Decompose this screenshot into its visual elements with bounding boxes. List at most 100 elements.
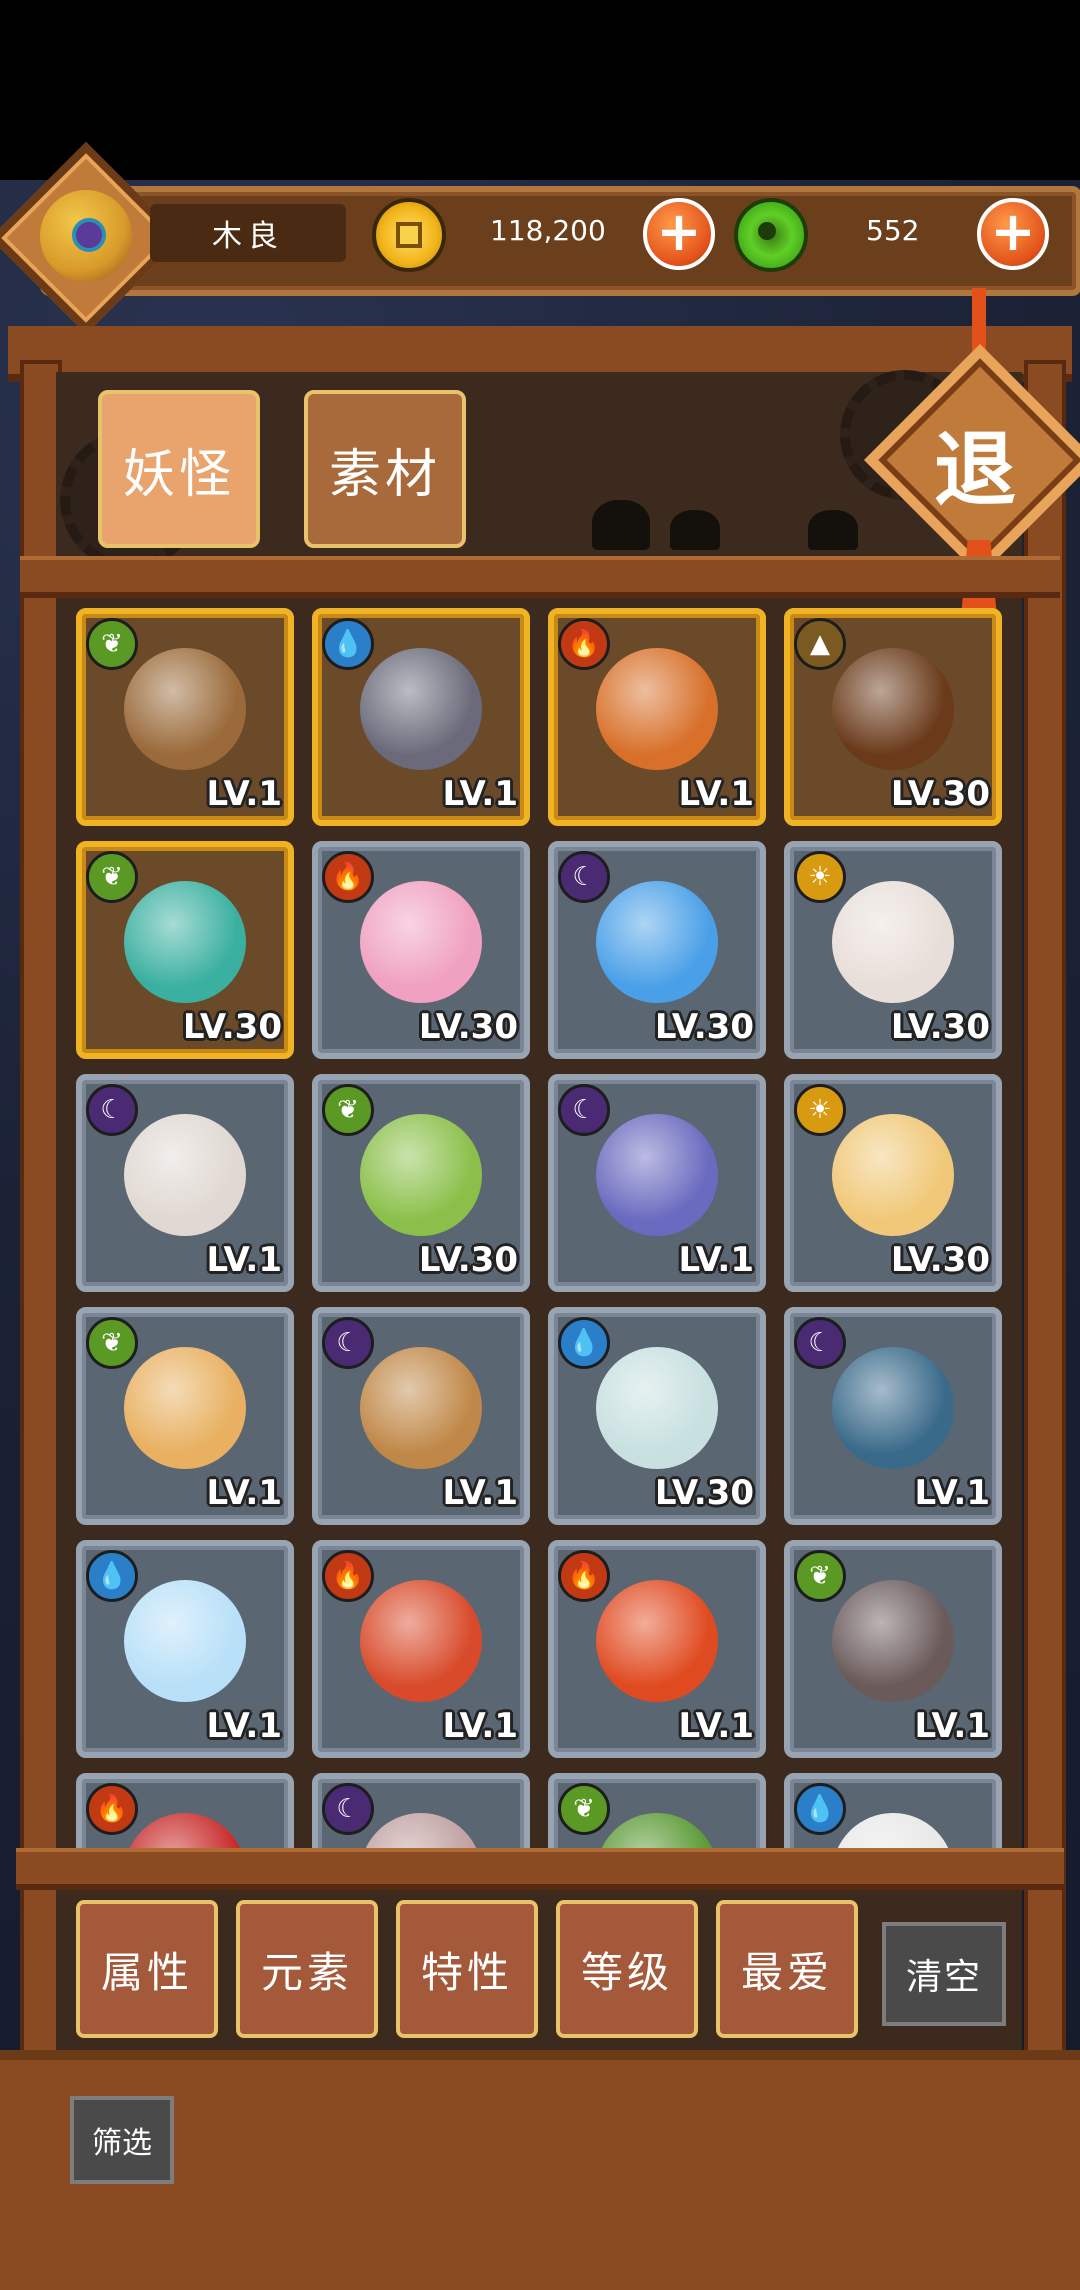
monster-art	[360, 881, 482, 1003]
dark-element-icon: ☾	[322, 1783, 374, 1835]
monster-card[interactable]: ❦	[548, 1773, 766, 1848]
monster-card[interactable]: 💧 LV.1	[312, 608, 530, 826]
clear-button[interactable]: 清空	[882, 1922, 1006, 2026]
filter-option-button[interactable]: 特性	[396, 1900, 538, 2038]
avatar-gem-icon	[72, 218, 106, 252]
tab-monsters[interactable]: 妖怪	[98, 390, 260, 548]
monster-card[interactable]: ☾ LV.1	[76, 1074, 294, 1292]
dark-element-icon: ☾	[558, 1084, 610, 1136]
filter-option-button[interactable]: 元素	[236, 1900, 378, 2038]
monster-card[interactable]: ❦ LV.1	[76, 608, 294, 826]
level-label: LV.1	[678, 774, 755, 814]
level-label: LV.1	[914, 1473, 991, 1513]
level-label: LV.30	[654, 1007, 754, 1047]
monster-art	[124, 648, 246, 770]
monster-art	[360, 1813, 482, 1848]
monster-card[interactable]: ☀ LV.30	[784, 841, 1002, 1059]
wood-element-icon: ❦	[86, 618, 138, 670]
level-label: LV.30	[890, 1240, 990, 1280]
monster-art	[124, 1580, 246, 1702]
coin-amount: 118,200	[490, 214, 606, 247]
level-label: LV.1	[206, 1706, 283, 1746]
dark-element-icon: ☾	[794, 1317, 846, 1369]
monster-art	[832, 1347, 954, 1469]
jade-icon	[734, 198, 808, 272]
tab-materials[interactable]: 素材	[304, 390, 466, 548]
monster-art	[124, 1813, 246, 1848]
cabinet-post-right	[1024, 360, 1066, 2068]
filter-option-button[interactable]: 等级	[556, 1900, 698, 2038]
monster-art	[832, 1580, 954, 1702]
monster-card[interactable]: ❦ LV.30	[76, 841, 294, 1059]
monster-card[interactable]: ☾ LV.30	[548, 841, 766, 1059]
monster-card[interactable]: ☾ LV.1	[784, 1307, 1002, 1525]
shadow-creature	[592, 500, 650, 550]
water-element-icon: 💧	[86, 1550, 138, 1602]
monster-card[interactable]: 🔥 LV.1	[548, 1540, 766, 1758]
level-label: LV.1	[206, 774, 283, 814]
jade-amount: 552	[866, 214, 920, 247]
monster-art	[832, 1114, 954, 1236]
monster-card[interactable]: 💧 LV.1	[76, 1540, 294, 1758]
monster-card[interactable]: 💧 LV.30	[548, 1307, 766, 1525]
player-name: 木良	[150, 204, 346, 262]
add-jade-button[interactable]: +	[977, 198, 1049, 270]
monster-card[interactable]: ▲ LV.30	[784, 608, 1002, 826]
monster-card[interactable]: ☾ LV.1	[548, 1074, 766, 1292]
earth-element-icon: ▲	[794, 618, 846, 670]
monster-grid[interactable]: ❦ LV.1 💧 LV.1 🔥 LV.1 ▲ LV.30 ❦ LV.30 🔥 LV.30 ☾ LV.30 ☀…	[70, 600, 1010, 1848]
wood-element-icon: ❦	[794, 1550, 846, 1602]
filter-option-button[interactable]: 最爱	[716, 1900, 858, 2038]
monster-card[interactable]: ❦ LV.30	[312, 1074, 530, 1292]
filter-button[interactable]: 筛选	[70, 2096, 174, 2184]
level-label: LV.30	[182, 1007, 282, 1047]
level-label: LV.30	[418, 1240, 518, 1280]
shadow-creature	[670, 510, 720, 550]
monster-art	[596, 881, 718, 1003]
light-element-icon: ☀	[794, 1084, 846, 1136]
monster-art	[596, 648, 718, 770]
shelf-top	[20, 556, 1060, 598]
monster-art	[360, 648, 482, 770]
monster-art	[596, 1114, 718, 1236]
dark-element-icon: ☾	[322, 1317, 374, 1369]
monster-card[interactable]: ❦ LV.1	[784, 1540, 1002, 1758]
wood-element-icon: ❦	[322, 1084, 374, 1136]
level-label: LV.30	[890, 1007, 990, 1047]
wood-element-icon: ❦	[558, 1783, 610, 1835]
monster-art	[360, 1114, 482, 1236]
level-label: LV.1	[914, 1706, 991, 1746]
fire-element-icon: 🔥	[322, 851, 374, 903]
level-label: LV.1	[206, 1473, 283, 1513]
fire-element-icon: 🔥	[86, 1783, 138, 1835]
monster-card[interactable]: 🔥 LV.30	[312, 841, 530, 1059]
monster-card[interactable]: 🔥 LV.1	[312, 1540, 530, 1758]
monster-card[interactable]: 🔥	[76, 1773, 294, 1848]
monster-art	[360, 1580, 482, 1702]
monster-card[interactable]: ☀ LV.30	[784, 1074, 1002, 1292]
level-label: LV.1	[442, 774, 519, 814]
monster-art	[832, 648, 954, 770]
coin-icon	[372, 198, 446, 272]
wood-element-icon: ❦	[86, 1317, 138, 1369]
level-label: LV.1	[442, 1473, 519, 1513]
monster-art	[832, 881, 954, 1003]
monster-art	[124, 1347, 246, 1469]
monster-card[interactable]: 🔥 LV.1	[548, 608, 766, 826]
add-coins-button[interactable]: +	[643, 198, 715, 270]
shadow-creature	[808, 510, 858, 550]
filter-option-button[interactable]: 属性	[76, 1900, 218, 2038]
monster-art	[124, 1114, 246, 1236]
monster-card[interactable]: ☾	[312, 1773, 530, 1848]
exit-button[interactable]: 退	[900, 402, 1050, 522]
monster-card[interactable]: ☾ LV.1	[312, 1307, 530, 1525]
monster-card[interactable]: ❦ LV.1	[76, 1307, 294, 1525]
monster-card[interactable]: 💧	[784, 1773, 1002, 1848]
level-label: LV.1	[678, 1240, 755, 1280]
level-label: LV.1	[206, 1240, 283, 1280]
level-label: LV.1	[442, 1706, 519, 1746]
fire-element-icon: 🔥	[558, 618, 610, 670]
dark-element-icon: ☾	[86, 1084, 138, 1136]
level-label: LV.30	[418, 1007, 518, 1047]
level-label: LV.1	[678, 1706, 755, 1746]
